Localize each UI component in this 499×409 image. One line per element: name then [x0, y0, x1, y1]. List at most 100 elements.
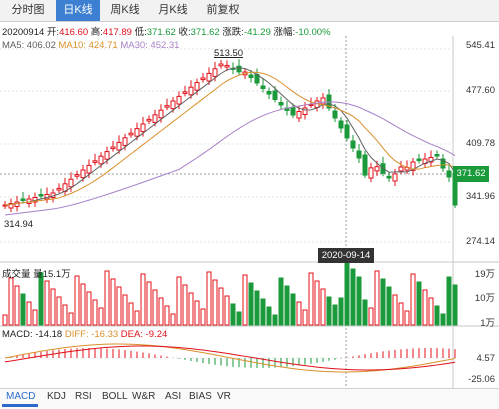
volume-bar: [272, 314, 278, 326]
volume-bar: [422, 289, 428, 326]
candle: [182, 91, 188, 94]
macd-value: MACD: -14.18: [2, 329, 63, 340]
volume-bar: [200, 308, 206, 326]
volume-bar: [260, 298, 266, 326]
candle: [92, 160, 98, 163]
candle: [134, 128, 140, 137]
volume-bar: [380, 278, 386, 326]
indicator-asi[interactable]: ASI: [165, 391, 181, 402]
candle: [398, 166, 404, 172]
indicator-boll[interactable]: BOLL: [102, 391, 128, 402]
indicator-vr[interactable]: VR: [217, 391, 231, 402]
candle: [176, 95, 182, 105]
candle: [128, 132, 134, 136]
volume-bar: [326, 296, 332, 326]
volume-bar: [446, 276, 452, 326]
candle: [194, 82, 200, 91]
candle: [74, 174, 80, 177]
price-axis-tick: 409.78: [465, 138, 495, 149]
candle: [56, 187, 62, 191]
volume-bar: [428, 297, 434, 326]
candle: [260, 85, 266, 89]
volume-bar: [392, 294, 398, 326]
candle: [188, 86, 194, 96]
volume-bar: [434, 305, 440, 326]
candle: [350, 140, 356, 149]
volume-bar: [224, 295, 230, 326]
candle: [170, 100, 176, 110]
candle: [266, 91, 272, 95]
volume-bar: [50, 288, 56, 326]
volume-bar: [236, 311, 242, 326]
volume-bar: [116, 286, 122, 326]
volume-bar: [134, 310, 140, 326]
volume-bar: [302, 309, 308, 326]
indicator-bias[interactable]: BIAS: [189, 391, 212, 402]
candle: [20, 198, 26, 201]
volume-bar: [68, 312, 74, 326]
volume-bar: [398, 302, 404, 326]
candle: [434, 154, 440, 157]
volume-bar: [206, 271, 212, 326]
volume-value: 量15.1万: [33, 269, 71, 280]
candle: [446, 170, 452, 178]
candle: [140, 123, 146, 133]
volume-bar: [404, 310, 410, 326]
low-marker-label: 314.94: [4, 219, 34, 230]
volume-bar: [290, 293, 296, 326]
candle: [416, 158, 422, 161]
candle: [290, 107, 296, 116]
candle: [152, 114, 158, 123]
candle: [116, 141, 122, 151]
price-axis-tick: 274.14: [465, 236, 495, 247]
candle: [374, 166, 380, 172]
volume-bar: [74, 275, 80, 326]
candle: [356, 150, 362, 159]
indicator-rsi[interactable]: RSI: [75, 391, 92, 402]
candle: [224, 64, 230, 68]
candle: [362, 154, 368, 176]
volume-bar: [278, 277, 284, 326]
candle: [86, 164, 92, 174]
dea-value: DEA: -9.24: [120, 329, 168, 340]
volume-bar: [122, 294, 128, 326]
volume-bar: [332, 304, 338, 326]
volume-bar: [368, 307, 374, 326]
candle: [104, 151, 110, 160]
volume-bar: [152, 289, 158, 326]
macd-axis-tick: -25.06: [468, 374, 495, 385]
candle: [164, 105, 170, 108]
candle: [302, 107, 308, 115]
diff-value: DIFF: -16.33: [64, 329, 119, 340]
macd-axis-tick: 4.57: [476, 353, 496, 364]
volume-bar: [266, 306, 272, 326]
indicator-wr[interactable]: W&R: [132, 391, 155, 402]
volume-bar: [212, 279, 218, 326]
volume-bar: [32, 309, 38, 326]
high-marker-label: 513.50: [214, 48, 244, 59]
volume-bar: [62, 304, 68, 326]
volume-axis-tick: 19万: [474, 269, 495, 280]
candle: [248, 74, 254, 78]
candle: [236, 65, 242, 73]
volume-bar: [344, 260, 350, 326]
indicator-macd[interactable]: MACD: [6, 391, 35, 402]
candle: [68, 178, 74, 188]
candle: [98, 155, 104, 165]
indicator-kdj[interactable]: KDJ: [47, 391, 66, 402]
macd-header: MACD: -14.18 DIFF: -16.33 DEA: -9.24: [2, 329, 167, 340]
volume-bar: [182, 284, 188, 326]
volume-bar: [410, 273, 416, 326]
indicator-bar: MACD KDJ RSI BOLL W&R ASI BIAS VR: [0, 388, 499, 409]
candle: [206, 72, 212, 82]
kline-chart[interactable]: [0, 0, 499, 408]
volume-bar: [38, 272, 44, 326]
candle: [158, 109, 164, 119]
volume-bar: [140, 273, 146, 326]
volume-bar: [92, 299, 98, 326]
candle: [296, 111, 302, 119]
volume-bar: [158, 297, 164, 326]
candle: [122, 137, 128, 146]
candle: [218, 63, 224, 67]
volume-bar: [242, 274, 248, 326]
